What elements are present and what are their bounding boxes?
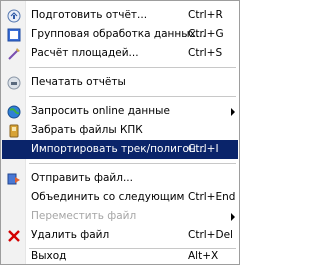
globe-icon — [6, 104, 22, 120]
pda-icon — [6, 123, 22, 139]
menu-item-request-online[interactable]: Запросить online данные — [2, 102, 238, 121]
menu-item-delete-file[interactable]: Удалить файл Ctrl+Del — [2, 226, 238, 245]
menu-item-label: Импортировать трек/полигон... — [31, 143, 206, 155]
area-calc-icon — [6, 46, 22, 62]
menu-item-batch-processing[interactable]: Групповая обработка данных... Ctrl+G — [2, 25, 238, 44]
menu-item-shortcut: Ctrl+Del — [188, 229, 233, 241]
delete-icon — [6, 228, 22, 244]
menu-item-label: Объединить со следующим — [31, 191, 185, 203]
menu-item-shortcut: Ctrl+I — [188, 143, 219, 155]
menu-item-send-file[interactable]: Отправить файл... — [2, 169, 238, 188]
menu-item-merge-next[interactable]: Объединить со следующим Ctrl+End — [2, 188, 238, 207]
menu-separator — [29, 67, 236, 68]
menu-item-label: Забрать файлы КПК — [31, 124, 143, 136]
menu-item-print-reports[interactable]: Печатать отчёты — [2, 73, 238, 92]
menu-item-label: Расчёт площадей... — [31, 47, 139, 59]
menu-item-label: Удалить файл — [31, 229, 110, 241]
menu-separator — [29, 163, 236, 164]
menu-item-label: Подготовить отчёт... — [31, 9, 148, 21]
report-icon — [6, 8, 22, 24]
menu-separator — [29, 96, 236, 97]
menu-item-move-file: Переместить файл — [2, 207, 238, 226]
menu-item-import-track[interactable]: Импортировать трек/полигон... Ctrl+I — [2, 140, 238, 159]
batch-processing-icon — [6, 27, 22, 43]
send-icon — [6, 171, 22, 187]
menu-item-shortcut: Alt+X — [188, 250, 219, 262]
menu-item-shortcut: Ctrl+End — [188, 191, 236, 203]
file-context-menu: Подготовить отчёт... Ctrl+R Групповая об… — [0, 0, 240, 265]
menu-item-label: Выход — [31, 250, 67, 262]
submenu-arrow-icon — [231, 213, 235, 221]
menu-item-label: Переместить файл — [31, 210, 137, 222]
menu-item-shortcut: Ctrl+R — [188, 9, 223, 21]
print-icon — [6, 75, 22, 91]
menu-item-prepare-report[interactable]: Подготовить отчёт... Ctrl+R — [2, 6, 238, 25]
menu-item-shortcut: Ctrl+S — [188, 47, 223, 59]
menu-item-fetch-pda-files[interactable]: Забрать файлы КПК — [2, 121, 238, 140]
menu-item-shortcut: Ctrl+G — [188, 28, 224, 40]
menu-item-label: Групповая обработка данных... — [31, 28, 206, 40]
menu-item-area-calc[interactable]: Расчёт площадей... Ctrl+S — [2, 44, 238, 63]
submenu-arrow-icon — [231, 108, 235, 116]
menu-item-exit[interactable]: Выход Alt+X — [2, 247, 238, 266]
menu-item-label: Запросить online данные — [31, 105, 170, 117]
menu-item-label: Печатать отчёты — [31, 76, 126, 88]
menu-item-label: Отправить файл... — [31, 172, 133, 184]
